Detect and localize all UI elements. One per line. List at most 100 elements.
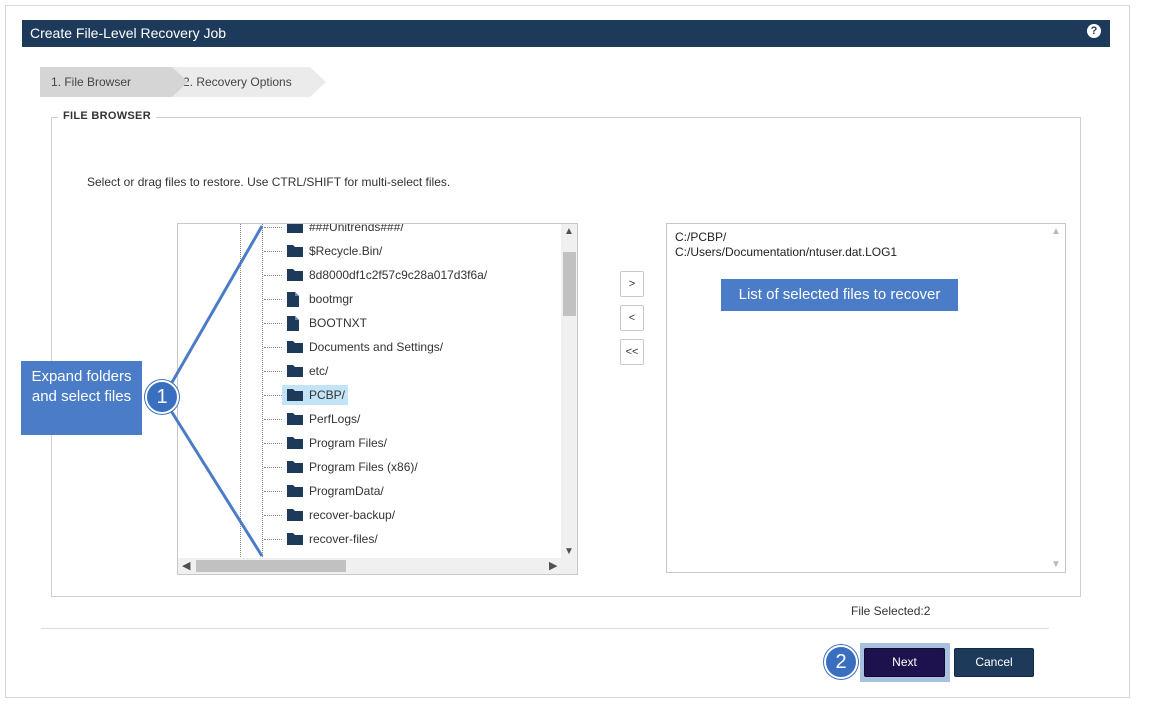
tree-connector <box>264 323 282 324</box>
scroll-left-icon[interactable]: ◀ <box>182 559 190 572</box>
tree-connector <box>264 347 282 348</box>
callout-expand-folders: Expand folders and select files <box>21 361 142 435</box>
file-browser-legend: FILE BROWSER <box>58 110 156 122</box>
folder-icon <box>287 224 303 236</box>
tree-row[interactable]: recover-backup/ <box>178 504 558 526</box>
remove-selected-button[interactable]: < <box>620 305 644 331</box>
tree-folder-node[interactable]: ProgramData/ <box>282 481 387 501</box>
cancel-button[interactable]: Cancel <box>954 648 1034 677</box>
file-icon <box>287 292 299 310</box>
folder-icon <box>287 244 303 260</box>
scroll-up-icon[interactable]: ▲ <box>1051 226 1061 237</box>
tree-folder-node[interactable]: PerfLogs/ <box>282 409 363 429</box>
tree-row[interactable]: Program Files (x86)/ <box>178 456 558 478</box>
tree-folder-node[interactable]: ###Unitrends###/ <box>282 223 407 237</box>
tree-folder-node[interactable]: Program Files (x86)/ <box>282 457 421 477</box>
folder-icon <box>287 388 303 404</box>
tree-node-label: recover-backup/ <box>309 508 396 522</box>
selected-files-list[interactable]: C:/PCBP/ C:/Users/Documentation/ntuser.d… <box>666 223 1066 573</box>
tree-folder-node[interactable]: etc/ <box>282 361 331 381</box>
tree-horizontal-scrollbar[interactable]: ◀ ▶ <box>178 558 577 574</box>
remove-all-button[interactable]: << <box>620 339 644 365</box>
scrollbar-thumb[interactable] <box>196 560 346 572</box>
tree-node-label: 8d8000df1c2f57c9c28a017d3f6a/ <box>309 268 488 282</box>
help-icon[interactable]: ? <box>1087 24 1101 38</box>
tree-row[interactable]: recover-files/ <box>178 528 558 550</box>
folder-icon <box>287 436 303 452</box>
folder-icon <box>287 268 303 284</box>
folder-icon <box>287 460 303 476</box>
tree-row[interactable]: BOOTNXT <box>178 312 558 334</box>
tree-row[interactable]: $Recycle.Bin/ <box>178 240 558 262</box>
tree-connector <box>264 467 282 468</box>
folder-icon <box>287 340 303 356</box>
tree-connector <box>264 491 282 492</box>
scroll-down-icon[interactable]: ▼ <box>561 546 577 557</box>
tree-connector <box>264 443 282 444</box>
folder-icon <box>287 532 303 548</box>
selected-file-item[interactable]: C:/PCBP/ <box>675 230 726 244</box>
tree-folder-node[interactable]: recover-backup/ <box>282 505 398 525</box>
scroll-up-icon[interactable]: ▲ <box>561 226 577 237</box>
scroll-right-icon[interactable]: ▶ <box>549 559 557 572</box>
tree-folder-node[interactable]: $Recycle.Bin/ <box>282 241 385 261</box>
tree-row[interactable]: Documents and Settings/ <box>178 336 558 358</box>
wizard-step-1-arrow <box>172 67 188 97</box>
tree-node-label: Documents and Settings/ <box>309 340 444 354</box>
dialog-title-bar: Create File-Level Recovery Job ? <box>22 20 1110 47</box>
next-button[interactable]: Next <box>864 648 945 677</box>
scroll-down-icon[interactable]: ▼ <box>1051 559 1061 570</box>
tree-folder-node[interactable]: Documents and Settings/ <box>282 337 446 357</box>
tree-connector <box>264 227 282 228</box>
file-tree[interactable]: ###Unitrends###/ $Recycle.Bin/8d8000df1c2… <box>177 223 578 575</box>
step-badge-2: 2 <box>824 645 858 679</box>
tree-node-label: ###Unitrends###/ <box>309 223 404 234</box>
tree-connector <box>264 515 282 516</box>
scrollbar-thumb[interactable] <box>563 252 576 316</box>
tree-file-node[interactable]: BOOTNXT <box>282 313 370 333</box>
tree-row[interactable]: ProgramData/ <box>178 480 558 502</box>
footer-divider <box>41 628 1049 629</box>
tree-node-label: Program Files (x86)/ <box>309 460 418 474</box>
wizard-step-2-arrow <box>310 67 326 97</box>
wizard-step-file-browser[interactable]: 1. File Browser <box>40 67 172 97</box>
folder-icon <box>287 508 303 524</box>
tree-folder-node[interactable]: 8d8000df1c2f57c9c28a017d3f6a/ <box>282 265 490 285</box>
tree-connector <box>264 419 282 420</box>
instructions-text: Select or drag files to restore. Use CTR… <box>87 175 451 189</box>
tree-node-label: BOOTNXT <box>309 316 368 330</box>
selected-file-item[interactable]: C:/Users/Documentation/ntuser.dat.LOG1 <box>675 245 897 259</box>
tree-node-label: etc/ <box>309 364 329 378</box>
tree-row[interactable]: etc/ <box>178 360 558 382</box>
tree-connector <box>264 371 282 372</box>
tree-node-label: $Recycle.Bin/ <box>309 244 383 258</box>
tree-connector <box>264 299 282 300</box>
tree-connector <box>264 251 282 252</box>
callout-selected-list: List of selected files to recover <box>721 279 958 311</box>
folder-icon <box>287 412 303 428</box>
tree-folder-node[interactable]: recover-files/ <box>282 529 381 549</box>
tree-connector <box>264 539 282 540</box>
tree-node-label: bootmgr <box>309 292 354 306</box>
tree-node-label: Program Files/ <box>309 436 388 450</box>
tree-row[interactable]: Program Files/ <box>178 432 558 454</box>
tree-node-label: PCBP/ <box>309 388 346 402</box>
tree-connector <box>264 395 282 396</box>
tree-row[interactable]: PCBP/ <box>178 384 558 406</box>
tree-vertical-scrollbar[interactable]: ▲ ▼ <box>561 224 577 559</box>
list-scrollbar[interactable]: ▲ ▼ <box>1048 224 1065 572</box>
tree-row[interactable]: ###Unitrends###/ <box>178 223 558 238</box>
tree-node-label: recover-files/ <box>309 532 378 546</box>
tree-row[interactable]: 8d8000df1c2f57c9c28a017d3f6a/ <box>178 264 558 286</box>
tree-folder-node[interactable]: PCBP/ <box>282 385 349 405</box>
add-selected-button[interactable]: > <box>620 271 644 297</box>
file-icon <box>287 316 299 334</box>
tree-folder-node[interactable]: Program Files/ <box>282 433 390 453</box>
folder-icon <box>287 364 303 380</box>
tree-row[interactable]: bootmgr <box>178 288 558 310</box>
step-badge-1: 1 <box>145 380 179 414</box>
tree-node-label: ProgramData/ <box>309 484 384 498</box>
tree-connector <box>264 275 282 276</box>
tree-row[interactable]: PerfLogs/ <box>178 408 558 430</box>
tree-file-node[interactable]: bootmgr <box>282 289 356 309</box>
